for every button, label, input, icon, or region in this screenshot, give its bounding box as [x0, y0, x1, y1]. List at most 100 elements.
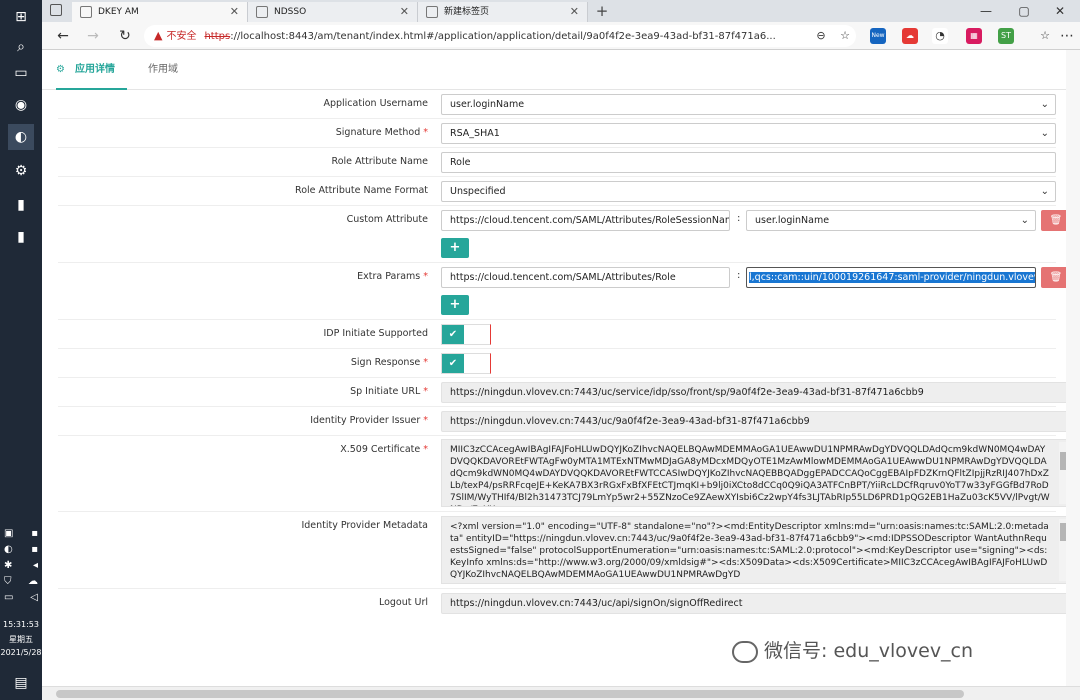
- network-icon[interactable]: ▭: [4, 592, 13, 603]
- sp-initiate-url-label-text: Sp Initiate URL: [350, 386, 421, 397]
- delete-extra-params-button[interactable]: 🗑: [1041, 267, 1066, 288]
- folder-icon-2[interactable]: ▮: [8, 224, 34, 250]
- sp-initiate-url-label: Sp Initiate URL *: [350, 386, 428, 397]
- app-username-select[interactable]: user.loginName ⌄: [441, 94, 1056, 115]
- idp-metadata-scrollbar[interactable]: [1059, 519, 1066, 581]
- extra-params-key-input[interactable]: https://cloud.tencent.com/SAML/Attribute…: [441, 267, 730, 288]
- more-menu-icon[interactable]: ⋯: [1056, 26, 1078, 46]
- tray-app-icon[interactable]: ▣: [4, 528, 13, 539]
- new-tab-button[interactable]: +: [590, 0, 614, 22]
- extra-params-label: Extra Params *: [357, 271, 428, 282]
- signature-method-label: Signature Method *: [335, 127, 428, 138]
- clock-time[interactable]: 15:31:53: [0, 620, 42, 629]
- nvidia-icon[interactable]: ▪: [31, 528, 38, 539]
- sign-response-toggle[interactable]: ✔: [441, 353, 491, 374]
- page-horizontal-scrollbar[interactable]: [42, 686, 1080, 700]
- extra-params-value-input[interactable]: l,qcs::cam::uin/100019261647:saml-provid…: [746, 267, 1036, 288]
- edge-icon[interactable]: ◐: [8, 124, 34, 150]
- notify-icon[interactable]: ◂: [33, 560, 38, 571]
- forward-arrow-icon[interactable]: →: [82, 26, 104, 46]
- browser-tab-bar: DKEY AM ✕ NDSSO ✕ 新建标签页 ✕ + — ▢ ✕: [42, 0, 1080, 22]
- app-username-value: user.loginName: [450, 99, 525, 110]
- delete-custom-attr-button[interactable]: 🗑: [1041, 210, 1066, 231]
- tab-app-detail[interactable]: ⚙ 应用详情: [56, 50, 127, 90]
- idp-metadata-textarea[interactable]: <?xml version="1.0" encoding="UTF-8" sta…: [441, 516, 1066, 584]
- tab-app-detail-label: 应用详情: [74, 64, 115, 75]
- volume-icon[interactable]: ◁: [30, 592, 38, 603]
- sign-response-label-text: Sign Response: [350, 357, 421, 368]
- x509-value: MIIC3zCCAcegAwIBAgIFAJFoHLUwDQYJKoZIhvcN…: [450, 445, 1050, 506]
- extension-new-icon[interactable]: New: [870, 28, 886, 44]
- x509-textarea[interactable]: MIIC3zCCAcegAwIBAgIFAJFoHLUwDQYJKoZIhvcN…: [441, 439, 1066, 507]
- tab-dkey-am[interactable]: DKEY AM ✕: [72, 2, 248, 22]
- tab-ndsso[interactable]: NDSSO ✕: [248, 2, 418, 22]
- x509-scrollbar[interactable]: [1059, 442, 1066, 504]
- extension-gauge-icon[interactable]: ◔: [932, 28, 948, 44]
- chrome-icon[interactable]: ◉: [8, 92, 34, 118]
- warning-icon[interactable]: ▲: [154, 29, 162, 42]
- logout-url-field[interactable]: https://ningdun.vlovev.cn:7443/uc/api/si…: [441, 593, 1066, 614]
- shield-icon[interactable]: ⛉: [4, 576, 12, 587]
- url-protocol: https: [204, 31, 231, 42]
- add-extra-params-button[interactable]: +: [441, 295, 469, 315]
- custom-attr-value-select[interactable]: user.loginName ⌄: [746, 210, 1036, 231]
- custom-attr-key-input[interactable]: https://cloud.tencent.com/SAML/Attribute…: [441, 210, 730, 231]
- search-icon[interactable]: ⌕: [8, 34, 34, 60]
- close-icon[interactable]: ✕: [570, 2, 579, 22]
- plus-icon: +: [449, 297, 461, 312]
- chevron-down-icon: ⌄: [1040, 99, 1049, 110]
- close-icon[interactable]: ✕: [400, 2, 409, 22]
- role-attr-format-select[interactable]: Unspecified ⌄: [441, 181, 1056, 202]
- custom-attr-label: Custom Attribute: [346, 214, 428, 225]
- app-tray-icon[interactable]: ✱: [4, 560, 12, 571]
- reload-icon[interactable]: ↻: [114, 26, 136, 46]
- custom-attr-value: user.loginName: [755, 215, 830, 226]
- favorites-icon[interactable]: ☆: [1034, 26, 1056, 46]
- chevron-down-icon: ⌄: [1040, 186, 1049, 197]
- clock-date[interactable]: 2021/5/28: [0, 648, 42, 657]
- cloud-icon[interactable]: ☁: [28, 576, 38, 587]
- row-sp-initiate-url: Sp Initiate URL * https://ningdun.vlovev.…: [58, 378, 1066, 407]
- extension-st-icon[interactable]: ST: [998, 28, 1014, 44]
- idp-issuer-field[interactable]: https://ningdun.vlovev.cn:7443/uc/9a0f4f…: [441, 411, 1066, 432]
- address-bar-input[interactable]: ▲ 不安全 https://localhost:8443/am/tenant/ind…: [144, 25, 856, 47]
- insecure-label[interactable]: 不安全: [166, 31, 196, 42]
- close-icon[interactable]: ✕: [230, 2, 239, 22]
- tab-label: 新建标签页: [444, 7, 490, 17]
- page-icon: [256, 6, 268, 18]
- clock-day[interactable]: 星期五: [0, 634, 42, 645]
- row-role-attr-format: Role Attribute Name Format Unspecified ⌄: [58, 177, 1056, 206]
- tab-scope[interactable]: 作用域: [148, 50, 178, 90]
- idp-metadata-label: Identity Provider Metadata: [301, 520, 428, 531]
- back-arrow-icon[interactable]: ←: [52, 26, 74, 46]
- extension-cloud-icon[interactable]: ☁: [902, 28, 918, 44]
- tab-label: DKEY AM: [98, 7, 139, 17]
- edge-tray-icon[interactable]: ◐: [4, 544, 13, 555]
- zoom-icon[interactable]: ⊖: [810, 26, 832, 46]
- minimize-icon[interactable]: —: [968, 0, 1004, 22]
- page-vertical-scrollbar[interactable]: [1066, 50, 1080, 686]
- settings-icon[interactable]: ⚙: [8, 158, 34, 184]
- favorite-star-icon[interactable]: ☆: [834, 26, 856, 46]
- sidebar-toggle-icon[interactable]: [50, 4, 62, 16]
- page-icon: [426, 6, 438, 18]
- sp-initiate-url-field[interactable]: https://ningdun.vlovev.cn:7443/uc/servic…: [441, 382, 1066, 403]
- window-close-icon[interactable]: ✕: [1042, 0, 1078, 22]
- add-custom-attr-button[interactable]: +: [441, 238, 469, 258]
- signature-method-select[interactable]: RSA_SHA1 ⌄: [441, 123, 1056, 144]
- row-signature-method: Signature Method * RSA_SHA1 ⌄: [58, 119, 1056, 148]
- signature-method-label-text: Signature Method: [335, 127, 421, 138]
- scroll-thumb[interactable]: [56, 690, 964, 698]
- notification-center-icon[interactable]: ▤: [8, 670, 34, 696]
- windows-start-icon[interactable]: ⊞: [8, 4, 34, 30]
- bluetooth-icon[interactable]: ▪: [31, 544, 38, 555]
- tab-new-tab-page[interactable]: 新建标签页 ✕: [418, 2, 588, 22]
- task-view-icon[interactable]: ▭: [8, 60, 34, 86]
- folder-icon[interactable]: ▮: [8, 192, 34, 218]
- tray-row-2: ◐ ▪: [4, 544, 38, 555]
- idp-initiate-toggle[interactable]: ✔: [441, 324, 491, 345]
- row-idp-initiate: IDP Initiate Supported ✔: [58, 320, 1056, 349]
- role-attr-name-input[interactable]: Role: [441, 152, 1056, 173]
- extension-grid-icon[interactable]: ▦: [966, 28, 982, 44]
- maximize-icon[interactable]: ▢: [1006, 0, 1042, 22]
